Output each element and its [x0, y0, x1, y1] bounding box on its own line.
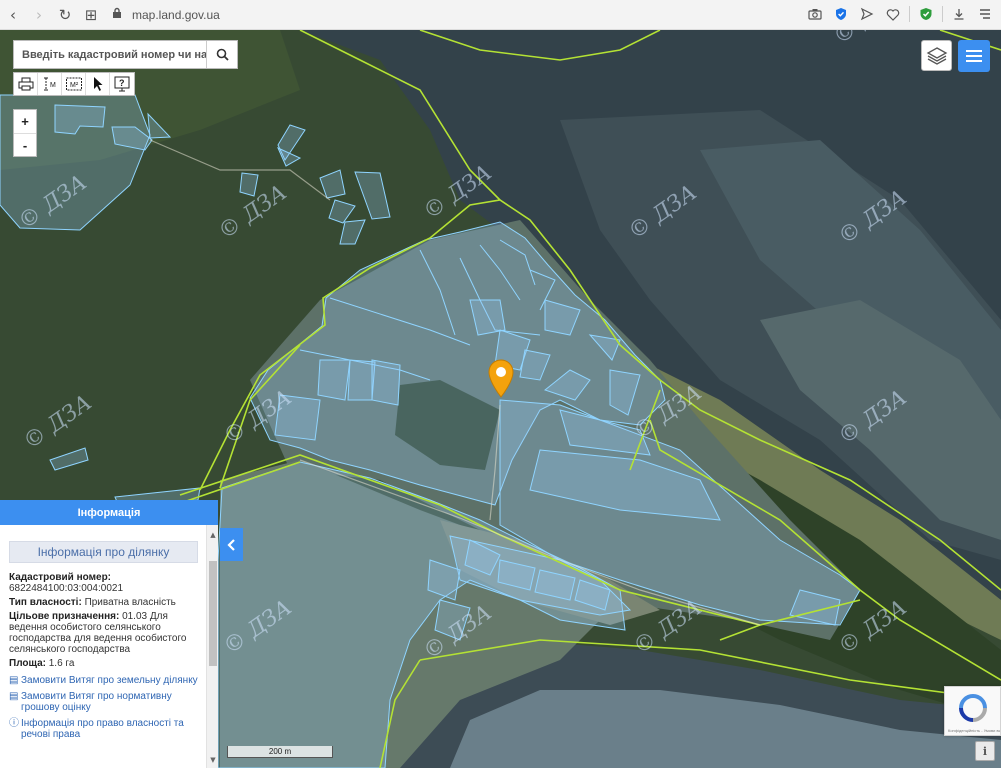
panel-header: Інформація	[0, 500, 218, 525]
collapse-panel-button[interactable]	[220, 528, 243, 561]
scale-bar: 200 m	[227, 746, 333, 758]
forward-button[interactable]: ›	[26, 2, 52, 28]
shield-check-icon[interactable]	[831, 4, 851, 24]
back-button[interactable]: ‹	[0, 2, 26, 28]
recaptcha-badge[interactable]: Конфіденційність - Умови використання	[944, 686, 1001, 736]
location-pin-icon[interactable]	[486, 358, 516, 398]
divider	[942, 6, 943, 22]
cursor-icon	[93, 77, 102, 91]
select-cursor-button[interactable]	[86, 73, 110, 95]
search-input[interactable]	[14, 41, 206, 68]
measure-line-icon: M	[43, 77, 56, 91]
area-value: 1.6 га	[48, 658, 75, 669]
lock-icon[interactable]	[112, 7, 122, 22]
order-extract-valuation-link[interactable]: ▤ Замовити Витяг про нормативну грошову …	[9, 691, 199, 713]
zoom-in-button[interactable]: +	[14, 110, 36, 133]
purpose-label: Цільове призначення:	[9, 611, 120, 622]
scale-label: 200 m	[268, 747, 292, 756]
scroll-up-arrow[interactable]: ▲	[207, 529, 219, 541]
browser-toolbar: ‹ › ↻ ⊞ map.land.gov.ua	[0, 0, 1001, 30]
zoom-control: + -	[13, 109, 37, 157]
panel-body: Інформація про ділянку Кадастровий номер…	[0, 525, 206, 768]
link-text: Замовити Витяг про земельну ділянку	[21, 675, 198, 686]
reload-button[interactable]: ↻	[52, 2, 78, 28]
adguard-icon[interactable]	[916, 4, 936, 24]
search-button[interactable]	[206, 41, 237, 68]
info-circle-icon: ⓘ	[9, 718, 19, 729]
info-panel: Інформація Інформація про ділянку Кадаст…	[0, 500, 218, 768]
measure-area-icon: M²	[65, 77, 82, 91]
svg-text:M: M	[50, 82, 56, 89]
hamburger-line	[966, 60, 982, 62]
panel-scrollbar[interactable]: ▲ ▼	[206, 525, 218, 768]
document-icon: ▤	[9, 675, 19, 686]
cadastral-number-value: 6822484100:03:004:0021	[9, 583, 124, 594]
heart-icon[interactable]	[883, 4, 903, 24]
recaptcha-icon	[959, 694, 987, 722]
menu-icon[interactable]	[975, 4, 995, 24]
download-icon[interactable]	[949, 4, 969, 24]
parcel-info-title: Інформація про ділянку	[9, 541, 198, 563]
send-icon[interactable]	[857, 4, 877, 24]
main-menu-button[interactable]	[958, 40, 990, 72]
browser-extensions	[805, 4, 995, 24]
svg-text:?: ?	[119, 78, 125, 88]
divider	[909, 6, 910, 22]
map-info-button[interactable]: i	[975, 741, 995, 761]
identify-button[interactable]: ?	[110, 73, 134, 95]
ownership-value: Приватна власність	[84, 597, 176, 608]
ownership-rights-info-link[interactable]: ⓘ Інформація про право власності та речо…	[9, 718, 199, 740]
zoom-out-button[interactable]: -	[14, 133, 36, 156]
ownership-label: Тип власності:	[9, 597, 82, 608]
document-icon: ▤	[9, 691, 19, 702]
scroll-thumb[interactable]	[209, 561, 217, 666]
ownership-field: Тип власності: Приватна власність	[9, 597, 199, 608]
address-bar[interactable]: map.land.gov.ua	[132, 8, 220, 22]
hamburger-icon	[966, 50, 982, 52]
cadastral-search	[13, 40, 238, 69]
svg-text:M²: M²	[70, 82, 79, 89]
cadastral-number-field: Кадастровий номер: 6822484100:03:004:002…	[9, 572, 199, 594]
identify-icon: ?	[114, 76, 130, 92]
scroll-down-arrow[interactable]: ▼	[207, 754, 219, 766]
area-field: Площа: 1.6 га	[9, 658, 199, 669]
measure-line-button[interactable]: M	[38, 73, 62, 95]
search-icon	[216, 48, 229, 61]
link-text: Інформація про право власності та речові…	[21, 718, 184, 740]
purpose-field: Цільове призначення: 01.03 Для ведення о…	[9, 611, 199, 655]
hamburger-line	[966, 55, 982, 57]
link-text: Замовити Витяг про нормативну грошову оц…	[21, 691, 172, 713]
camera-icon[interactable]	[805, 4, 825, 24]
print-button[interactable]	[14, 73, 38, 95]
cadastral-number-label: Кадастровий номер:	[9, 572, 112, 583]
recaptcha-terms[interactable]: Конфіденційність - Умови використання	[948, 729, 1000, 733]
order-extract-parcel-link[interactable]: ▤ Замовити Витяг про земельну ділянку	[9, 675, 199, 686]
chevron-left-icon	[226, 538, 235, 551]
layers-button[interactable]	[921, 40, 952, 71]
measure-area-button[interactable]: M²	[62, 73, 86, 95]
tabs-grid-button[interactable]: ⊞	[78, 2, 104, 28]
print-icon	[18, 77, 33, 91]
layers-icon	[926, 46, 947, 65]
map-toolbar: M M² ?	[13, 72, 135, 96]
area-label: Площа:	[9, 658, 46, 669]
